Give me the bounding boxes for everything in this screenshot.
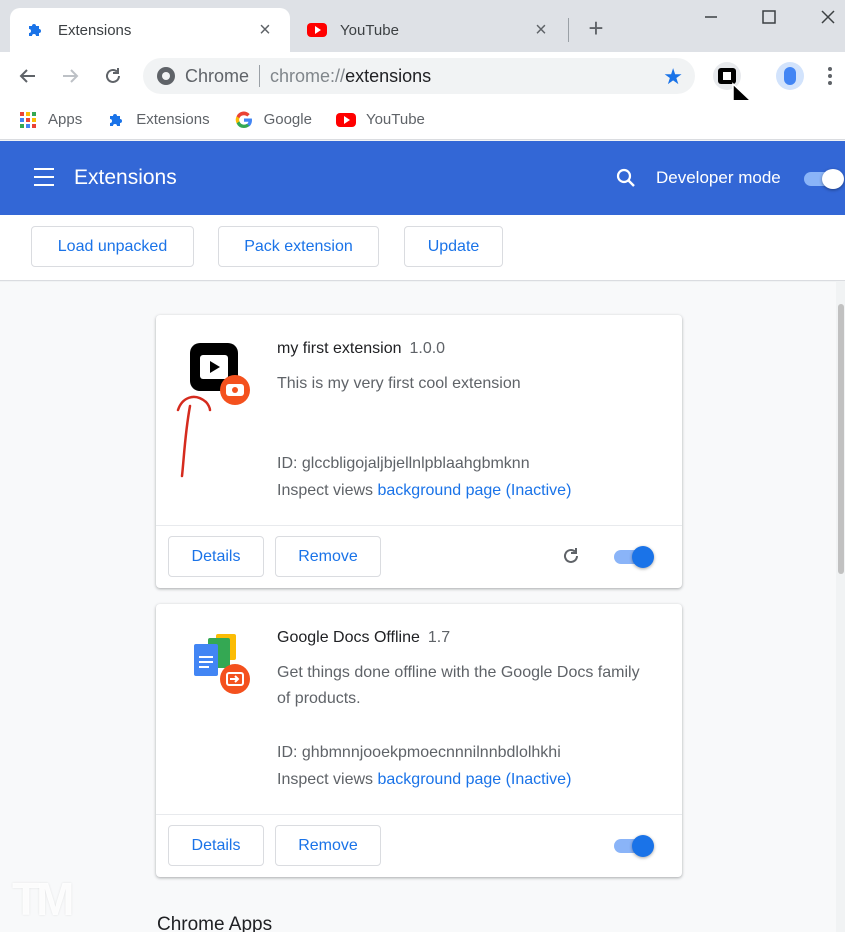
watermark-logo: TM (12, 873, 74, 925)
developer-toolbar: Load unpacked Pack extension Update (0, 215, 845, 281)
profile-icon (784, 67, 796, 85)
chrome-icon (157, 67, 175, 85)
developer-mode-toggle[interactable] (804, 169, 844, 189)
google-docs-offline-icon (194, 634, 250, 694)
minimize-button[interactable] (696, 2, 726, 32)
extension-version: 1.7 (427, 629, 451, 646)
extension-name: my first extension 1.0.0 (277, 340, 445, 358)
tab-strip: Extensions × YouTube × + (0, 0, 845, 52)
tab-youtube[interactable]: YouTube × (292, 8, 566, 52)
puzzle-icon (24, 19, 46, 41)
pack-extension-button[interactable]: Pack extension (218, 226, 379, 267)
inspect-label: Inspect views (277, 482, 374, 499)
inspect-views: Inspect views background page (Inactive) (277, 771, 571, 789)
background-page-link[interactable]: background page (Inactive) (378, 771, 572, 788)
extension-card: my first extension 1.0.0 This is my very … (156, 315, 682, 588)
tab-title: YouTube (340, 21, 399, 39)
inspect-label: Inspect views (277, 771, 374, 788)
back-button[interactable] (14, 62, 42, 90)
extension-title: my first extension (277, 340, 402, 357)
scrollbar-thumb[interactable] (838, 304, 844, 574)
bookmark-apps[interactable]: Apps (18, 110, 82, 130)
apps-grid-icon (18, 110, 38, 130)
bookmark-youtube[interactable]: YouTube (335, 110, 425, 130)
maximize-button[interactable] (754, 2, 784, 32)
details-button[interactable]: Details (168, 536, 264, 577)
bookmark-extensions[interactable]: Extensions (106, 110, 210, 130)
bookmark-label: Extensions (136, 111, 210, 128)
profile-avatar[interactable] (776, 62, 804, 90)
url-path: extensions (345, 65, 432, 86)
inspect-views: Inspect views background page (Inactive) (277, 482, 571, 500)
load-unpacked-button[interactable]: Load unpacked (31, 226, 194, 267)
update-button[interactable]: Update (404, 226, 503, 267)
scrollbar[interactable] (836, 282, 845, 932)
remove-button[interactable]: Remove (275, 536, 381, 577)
section-title: Chrome Apps (157, 914, 273, 932)
background-page-link[interactable]: background page (Inactive) (378, 482, 572, 499)
new-tab-button[interactable]: + (582, 13, 610, 43)
bookmark-label: YouTube (365, 111, 425, 128)
reload-icon[interactable] (559, 544, 583, 568)
puzzle-icon (106, 110, 126, 130)
developer-mode-label: Developer mode (656, 168, 781, 187)
extension-enable-toggle[interactable] (614, 835, 656, 857)
tab-title: Extensions (58, 21, 132, 39)
page-title: Extensions (74, 166, 177, 189)
google-icon (234, 110, 254, 130)
extension-id: ID: glccbligojaljbjellnlpblaahgbmknn (277, 455, 530, 472)
youtube-icon (335, 110, 356, 130)
bookmark-google[interactable]: Google (234, 110, 312, 130)
address-bar[interactable]: Chrome chrome://extensions ★ (143, 58, 695, 94)
tab-separator (568, 18, 569, 42)
card-divider (156, 525, 682, 526)
extension-title: Google Docs Offline (277, 629, 420, 646)
bookmark-label: Google (263, 111, 312, 128)
close-icon[interactable]: × (530, 19, 552, 41)
browser-toolbar: Chrome chrome://extensions ★ (0, 52, 845, 115)
annotation-arrow-icon (176, 395, 212, 478)
site-label: Chrome (185, 65, 250, 86)
search-icon[interactable] (614, 166, 638, 190)
bookmarks-bar: Apps Extensions Google YouTube (0, 100, 845, 140)
extension-version: 1.0.0 (409, 340, 446, 357)
bookmark-label: Apps (48, 111, 83, 128)
omnibox-divider (259, 65, 261, 87)
window-close-button[interactable] (813, 2, 843, 32)
close-icon[interactable]: × (254, 19, 276, 41)
extension-name: Google Docs Offline 1.7 (277, 629, 450, 647)
extension-description: Get things done offline with the Google … (277, 664, 640, 707)
extension-description: This is my very first cool extension (277, 375, 521, 392)
forward-button[interactable] (56, 62, 84, 90)
menu-kebab-icon[interactable] (818, 62, 842, 90)
star-icon[interactable]: ★ (663, 64, 683, 90)
extension-enable-toggle[interactable] (614, 546, 656, 568)
extension-id: ID: ghbmnnjooekpmoecnnnilnnbdlolhkhi (277, 744, 561, 761)
youtube-icon (306, 19, 328, 41)
url-scheme: chrome:// (270, 65, 346, 86)
remove-button[interactable]: Remove (275, 825, 381, 866)
hamburger-menu-icon[interactable] (34, 168, 54, 186)
tab-extensions[interactable]: Extensions × (10, 8, 290, 52)
extension-card: Google Docs Offline 1.7 Get things done o… (156, 604, 682, 877)
reload-button[interactable] (99, 62, 127, 90)
details-button[interactable]: Details (168, 825, 264, 866)
card-divider (156, 814, 682, 815)
extensions-header: Extensions Developer mode (0, 141, 845, 215)
